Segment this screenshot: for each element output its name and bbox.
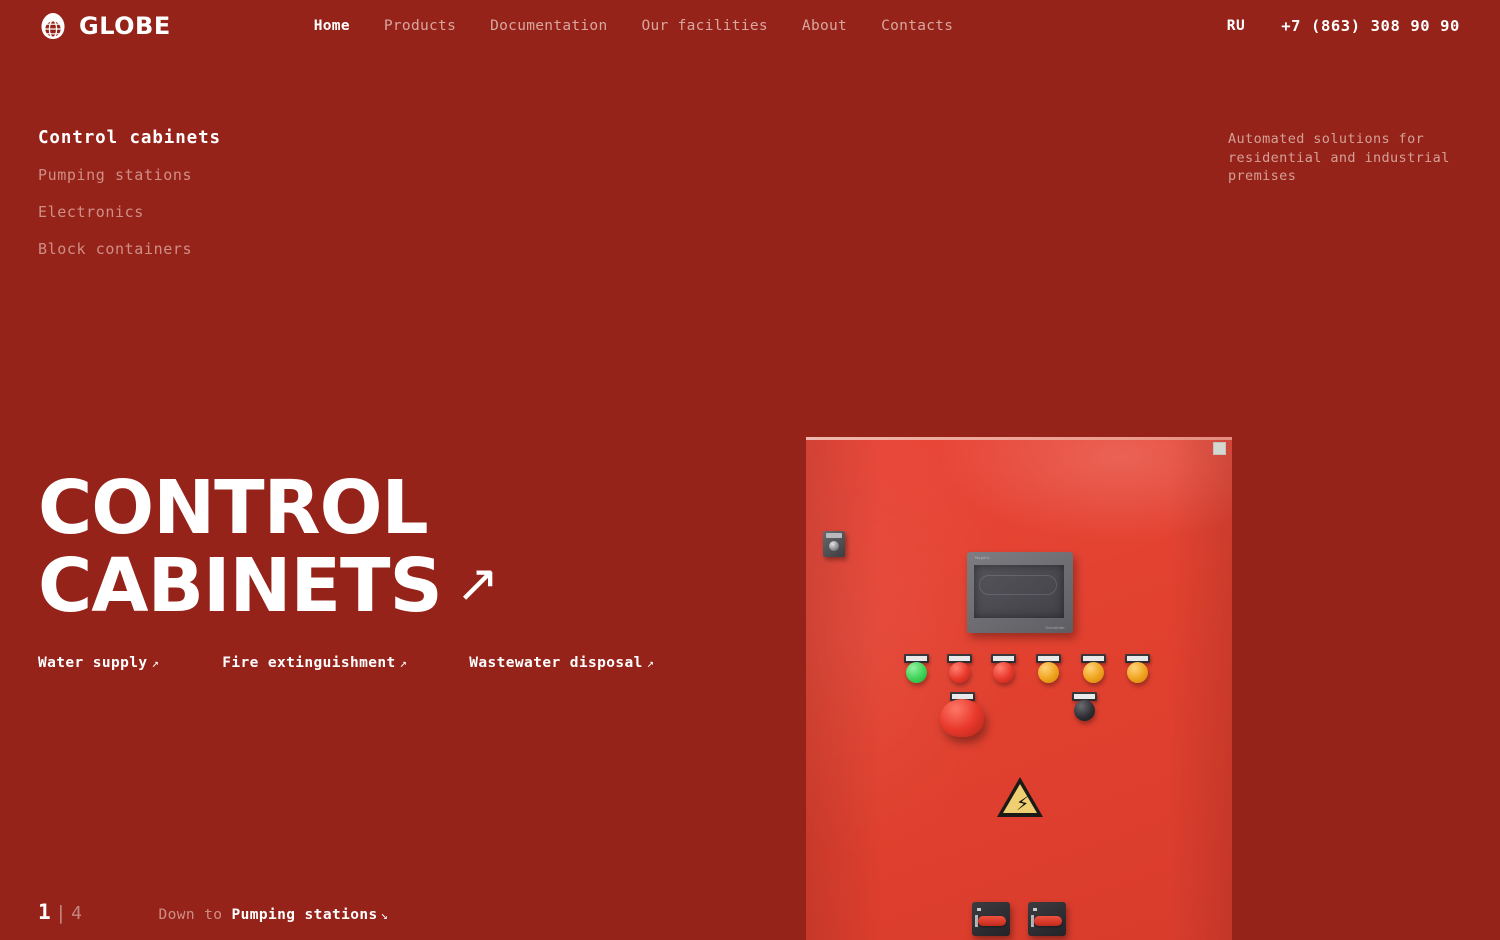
category-list: Control cabinets Pumping stations Electr… (38, 128, 221, 277)
lamp-face (1127, 662, 1148, 683)
category-item-pumping-stations[interactable]: Pumping stations (38, 166, 221, 184)
sublink-water-supply[interactable]: Water supply ↗ (38, 655, 159, 671)
nav-item-products[interactable]: Products (367, 18, 473, 34)
arrow-up-right-icon: ↗ (399, 656, 408, 670)
hmi-touch-panel: Magelis Schneider (967, 552, 1073, 633)
category-item-control-cabinets[interactable]: Control cabinets (38, 128, 221, 148)
language-switcher[interactable]: RU (1227, 18, 1245, 34)
site-header: GLOBE Home Products Documentation Our fa… (0, 0, 1500, 52)
switch-handle (978, 916, 1006, 926)
scroll-down-label: Down to (158, 907, 223, 923)
phone-link[interactable]: +7 (863) 308 90 90 (1281, 17, 1460, 35)
brand-logo[interactable]: GLOBE (38, 11, 171, 41)
slide-counter: 1 | 4 (38, 900, 82, 924)
nav-item-documentation[interactable]: Documentation (473, 18, 624, 34)
lightning-bolt-icon: ⚡ (1016, 793, 1030, 815)
switch-handle (1034, 916, 1062, 926)
brand-name: GLOBE (79, 12, 171, 40)
category-item-block-containers[interactable]: Block containers (38, 240, 221, 258)
slide-counter-separator: | (55, 902, 68, 924)
nav-item-our-facilities[interactable]: Our facilities (625, 18, 785, 34)
nav-item-about[interactable]: About (785, 18, 864, 34)
electrical-hazard-icon: ⚡ (997, 777, 1043, 817)
cabinet-door-panel (806, 437, 1232, 940)
product-photo: Magelis Schneider ⚡ (806, 437, 1232, 940)
globe-dome-icon (38, 11, 68, 41)
scroll-down-target: Pumping stations (231, 907, 378, 923)
cabinet-corner-label (1213, 442, 1226, 455)
arrow-up-right-icon: ↗ (646, 656, 655, 670)
arrow-up-right-icon: ↗ (455, 554, 500, 614)
slide-footer: 1 | 4 Down to Pumping stations ↘ (38, 900, 388, 924)
arrow-up-right-icon: ↗ (151, 656, 160, 670)
nav-item-home[interactable]: Home (297, 18, 367, 34)
main-disconnect-switch-2 (1028, 902, 1066, 936)
slide-counter-current: 1 (38, 900, 52, 924)
hmi-brand-bottom-label: Schneider (1045, 626, 1065, 630)
hmi-brand-top-label: Magelis (975, 556, 990, 560)
lamp-face (1038, 662, 1059, 683)
main-navigation: Home Products Documentation Our faciliti… (297, 18, 971, 34)
scroll-down-link[interactable]: Down to Pumping stations ↘ (158, 907, 388, 923)
page-title: CONTROL CABINETS ↗ (38, 470, 798, 624)
nav-item-contacts[interactable]: Contacts (864, 18, 970, 34)
page-title-text: CONTROL CABINETS (38, 465, 443, 629)
estop-mushroom-head (940, 699, 984, 737)
cabinet-door-lock-icon (823, 531, 845, 557)
lamp-face (993, 662, 1014, 683)
landing-page: GLOBE Home Products Documentation Our fa… (0, 0, 1500, 940)
sublink-water-supply-label: Water supply (38, 655, 148, 671)
cabinet-top-edge (806, 437, 1232, 440)
lamp-face (1083, 662, 1104, 683)
hazard-triangle-inner: ⚡ (1003, 784, 1037, 815)
hero-sublinks: Water supply ↗ Fire extinguishment ↗ Waste… (38, 655, 654, 671)
hmi-screen (974, 565, 1064, 618)
lamp-face (906, 662, 927, 683)
arrow-down-right-icon: ↘ (380, 908, 389, 922)
lamp-face (949, 662, 970, 683)
category-item-electronics[interactable]: Electronics (38, 203, 221, 221)
sublink-wastewater-disposal-label: Wastewater disposal (469, 655, 643, 671)
hero-section: CONTROL CABINETS ↗ Water supply ↗ Fire ext… (38, 470, 798, 671)
sublink-wastewater-disposal[interactable]: Wastewater disposal ↗ (469, 655, 654, 671)
lamp-face (1074, 700, 1095, 721)
sublink-fire-extinguishment-label: Fire extinguishment (222, 655, 396, 671)
slide-counter-total: 4 (71, 903, 83, 924)
sublink-fire-extinguishment[interactable]: Fire extinguishment ↗ (222, 655, 407, 671)
tagline: Automated solutions for residential and … (1228, 131, 1450, 184)
main-disconnect-switch-1 (972, 902, 1010, 936)
header-utilities: RU +7 (863) 308 90 90 (1227, 0, 1460, 52)
